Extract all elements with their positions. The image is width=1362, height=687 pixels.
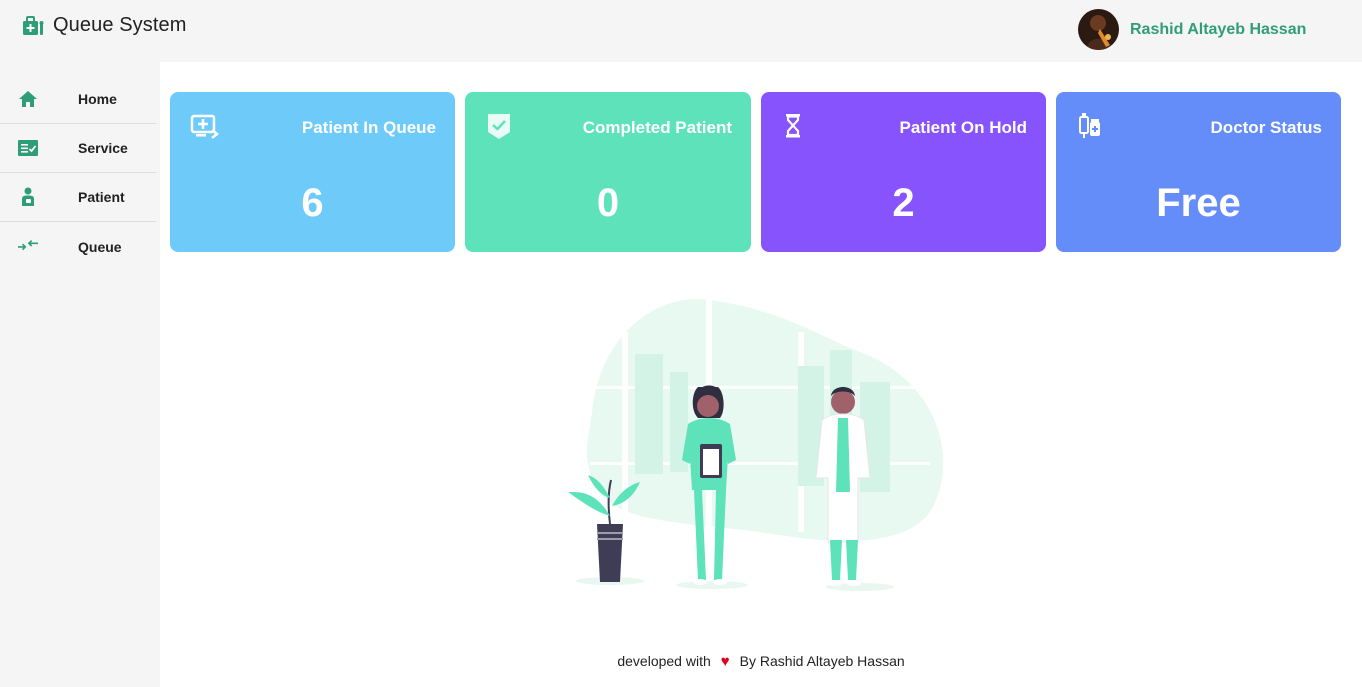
card-title: Patient On Hold [899,118,1028,137]
hourglass-icon [786,114,800,138]
medicine-icon [1079,113,1100,138]
patient-icon [22,187,34,206]
sidebar: Home Service Patient Queue [0,62,160,687]
card-doctor-status[interactable]: Doctor Status Free [1056,92,1341,252]
monitor-plus-icon [190,114,220,139]
card-title: Patient In Queue [301,118,436,137]
sidebar-item-label: Service [78,140,128,156]
top-bar: Queue System Rashid Altayeb Hassan [0,0,1362,62]
card-title: Doctor Status [1210,118,1322,137]
sidebar-item-home[interactable]: Home [0,75,156,124]
user-profile[interactable]: Rashid Altayeb Hassan [1078,9,1306,50]
main-content: Patient In Queue 6 Completed Patient 0 P… [160,62,1362,687]
shield-check-icon [488,114,510,139]
avatar[interactable] [1078,9,1119,50]
heart-icon: ♥ [720,653,730,670]
card-title: Completed Patient [582,118,732,137]
sidebar-item-queue[interactable]: Queue [0,222,156,271]
card-patient-in-queue[interactable]: Patient In Queue 6 [170,92,455,252]
user-name[interactable]: Rashid Altayeb Hassan [1130,21,1306,39]
sidebar-item-label: Home [78,91,117,107]
sidebar-item-service[interactable]: Service [0,124,156,173]
card-value: 2 [892,181,915,225]
doctors-illustration [568,296,944,591]
home-icon [19,91,37,107]
card-value: 0 [596,181,620,225]
app-title: Queue System [53,14,187,36]
footer: developed with ♥ By Rashid Altayeb Hassan [160,653,1362,670]
medical-kit-icon [23,15,44,35]
sidebar-item-patient[interactable]: Patient [0,173,156,222]
card-value: 6 [301,181,324,225]
checklist-icon [18,140,38,156]
footer-author: By Rashid Altayeb Hassan [739,653,905,669]
card-patient-on-hold[interactable]: Patient On Hold 2 [761,92,1046,252]
card-value: Free [1156,181,1241,225]
card-completed-patient[interactable]: Completed Patient 0 [465,92,751,252]
footer-prefix: developed with [617,653,711,669]
sidebar-item-label: Patient [78,189,125,205]
brand[interactable]: Queue System [22,14,187,37]
stats-cards: Patient In Queue 6 Completed Patient 0 P… [170,92,1341,252]
queue-arrows-icon [18,239,38,251]
sidebar-item-label: Queue [78,238,122,255]
